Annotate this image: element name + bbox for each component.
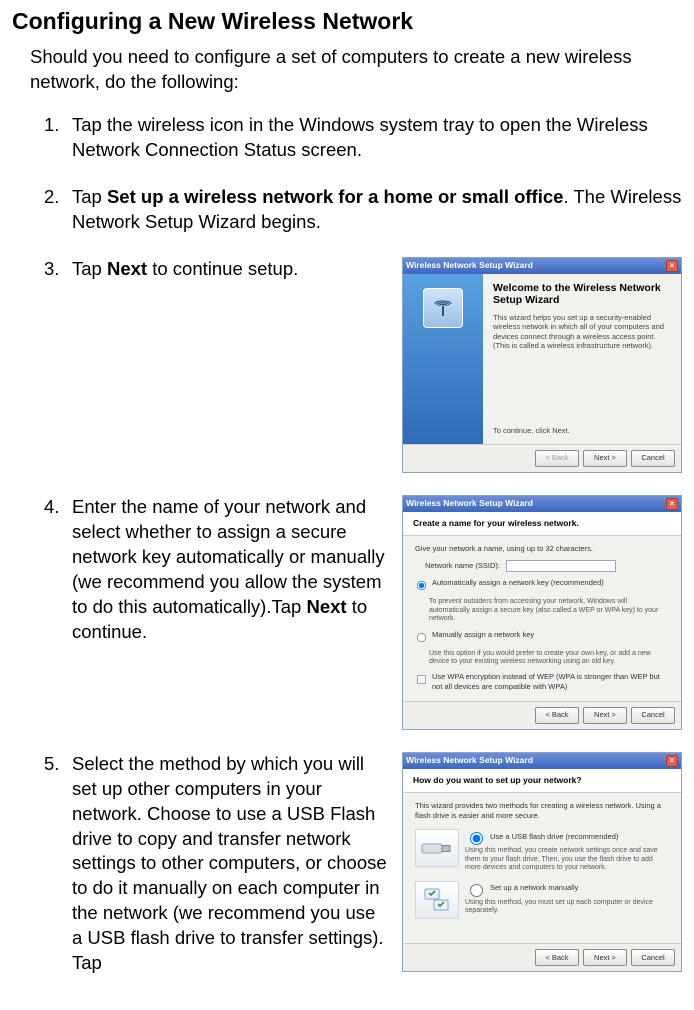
step-3: 3. Tap Next to continue setup. Wireless …: [44, 257, 682, 473]
wizard-header-band: How do you want to set up your network?: [403, 769, 681, 793]
step-number: 2.: [44, 185, 59, 210]
auto-key-label: Automatically assign a network key (reco…: [432, 578, 604, 588]
step-bold: Set up a wireless network for a home or …: [107, 186, 563, 207]
step-4: 4. Enter the name of your network and se…: [44, 495, 682, 730]
cancel-button[interactable]: Cancel: [631, 949, 675, 966]
wizard-sidebar: [403, 274, 483, 444]
steps-list: 1. Tap the wireless icon in the Windows …: [44, 113, 682, 976]
wizard-description: This wizard helps you set up a security-…: [493, 313, 671, 351]
wizard-page-title: Create a name for your wireless network.: [413, 518, 671, 529]
step-bold: Next: [107, 258, 147, 279]
method-intro: This wizard provides two methods for cre…: [415, 801, 669, 821]
next-button[interactable]: Next >: [583, 707, 627, 724]
wpa-checkbox[interactable]: [417, 675, 426, 684]
step-text-part: Tap: [72, 258, 107, 279]
cancel-button[interactable]: Cancel: [631, 450, 675, 467]
step-text-part: Select the method by which you will set …: [72, 753, 387, 974]
manual-key-label: Manually assign a network key: [432, 630, 534, 640]
step-text: Tap the wireless icon in the Windows sys…: [72, 114, 648, 160]
step-5: 5. Select the method by which you will s…: [44, 752, 682, 977]
wizard-header-band: Create a name for your wireless network.: [403, 512, 681, 536]
back-button[interactable]: < Back: [535, 949, 579, 966]
step-2: 2. Tap Set up a wireless network for a h…: [44, 185, 682, 235]
next-button[interactable]: Next >: [583, 450, 627, 467]
ssid-input[interactable]: [506, 560, 616, 572]
step-1: 1. Tap the wireless icon in the Windows …: [44, 113, 682, 163]
manual-key-radio-input[interactable]: [417, 633, 426, 642]
auto-key-description: To prevent outsiders from accessing your…: [429, 598, 669, 623]
usb-drive-icon: [415, 829, 459, 867]
wizard-button-bar: < Back Next > Cancel: [403, 943, 681, 971]
usb-method-description: Using this method, you create network se…: [465, 847, 669, 872]
manual-key-description: Use this option if you would prefer to c…: [429, 650, 669, 667]
auto-key-radio[interactable]: Automatically assign a network key (reco…: [415, 578, 669, 592]
usb-method-label: Use a USB flash drive (recommended): [490, 832, 618, 842]
wizard-continue-hint: To continue, click Next.: [493, 396, 671, 436]
manual-method-description: Using this method, you must set up each …: [465, 899, 669, 916]
wizard-title: Wireless Network Setup Wizard: [406, 260, 533, 271]
auto-key-radio-input[interactable]: [417, 581, 426, 590]
step-number: 3.: [44, 257, 59, 282]
manual-radio-input[interactable]: [470, 884, 483, 897]
back-button: < Back: [535, 450, 579, 467]
wizard-name-screenshot: Wireless Network Setup Wizard × Create a…: [402, 495, 682, 730]
page-title: Configuring a New Wireless Network: [12, 8, 682, 35]
step-text-part: to continue setup.: [147, 258, 298, 279]
step-text: Select the method by which you will set …: [72, 752, 388, 977]
wpa-label: Use WPA encryption instead of WEP (WPA i…: [432, 672, 669, 692]
wizard-welcome-screenshot: Wireless Network Setup Wizard × Welco: [402, 257, 682, 473]
back-button[interactable]: < Back: [535, 707, 579, 724]
step-text: Enter the name of your network and selec…: [72, 495, 388, 645]
wizard-titlebar: Wireless Network Setup Wizard ×: [403, 496, 681, 512]
ssid-hint: Give your network a name, using up to 32…: [415, 544, 669, 554]
wizard-page-title: How do you want to set up your network?: [413, 775, 671, 786]
close-icon[interactable]: ×: [666, 260, 678, 272]
wizard-titlebar: Wireless Network Setup Wizard ×: [403, 258, 681, 274]
wizard-title: Wireless Network Setup Wizard: [406, 755, 533, 766]
cancel-button[interactable]: Cancel: [631, 707, 675, 724]
manual-setup-icon: [415, 881, 459, 919]
close-icon[interactable]: ×: [666, 498, 678, 510]
step-bold: Next: [306, 596, 346, 617]
wizard-button-bar: < Back Next > Cancel: [403, 444, 681, 472]
wizard-heading: Welcome to the Wireless Network Setup Wi…: [493, 282, 671, 307]
next-button[interactable]: Next >: [583, 949, 627, 966]
step-number: 5.: [44, 752, 59, 777]
close-icon[interactable]: ×: [666, 755, 678, 767]
manual-method-label: Set up a network manually: [490, 883, 578, 893]
step-number: 4.: [44, 495, 59, 520]
wizard-button-bar: < Back Next > Cancel: [403, 701, 681, 729]
wireless-antenna-icon: [423, 288, 463, 328]
step-text-part: Tap: [72, 186, 107, 207]
step-number: 1.: [44, 113, 59, 138]
usb-radio-input[interactable]: [470, 832, 483, 845]
intro-text: Should you need to configure a set of co…: [30, 45, 682, 95]
manual-method-radio[interactable]: Set up a network manually: [465, 881, 669, 897]
wizard-method-screenshot: Wireless Network Setup Wizard × How do y…: [402, 752, 682, 972]
manual-key-radio[interactable]: Manually assign a network key: [415, 630, 669, 644]
usb-method-radio[interactable]: Use a USB flash drive (recommended): [465, 829, 669, 845]
wizard-title: Wireless Network Setup Wizard: [406, 498, 533, 509]
wizard-titlebar: Wireless Network Setup Wizard ×: [403, 753, 681, 769]
step-text: Tap Next to continue setup.: [72, 257, 388, 282]
ssid-label: Network name (SSID):: [425, 561, 500, 571]
